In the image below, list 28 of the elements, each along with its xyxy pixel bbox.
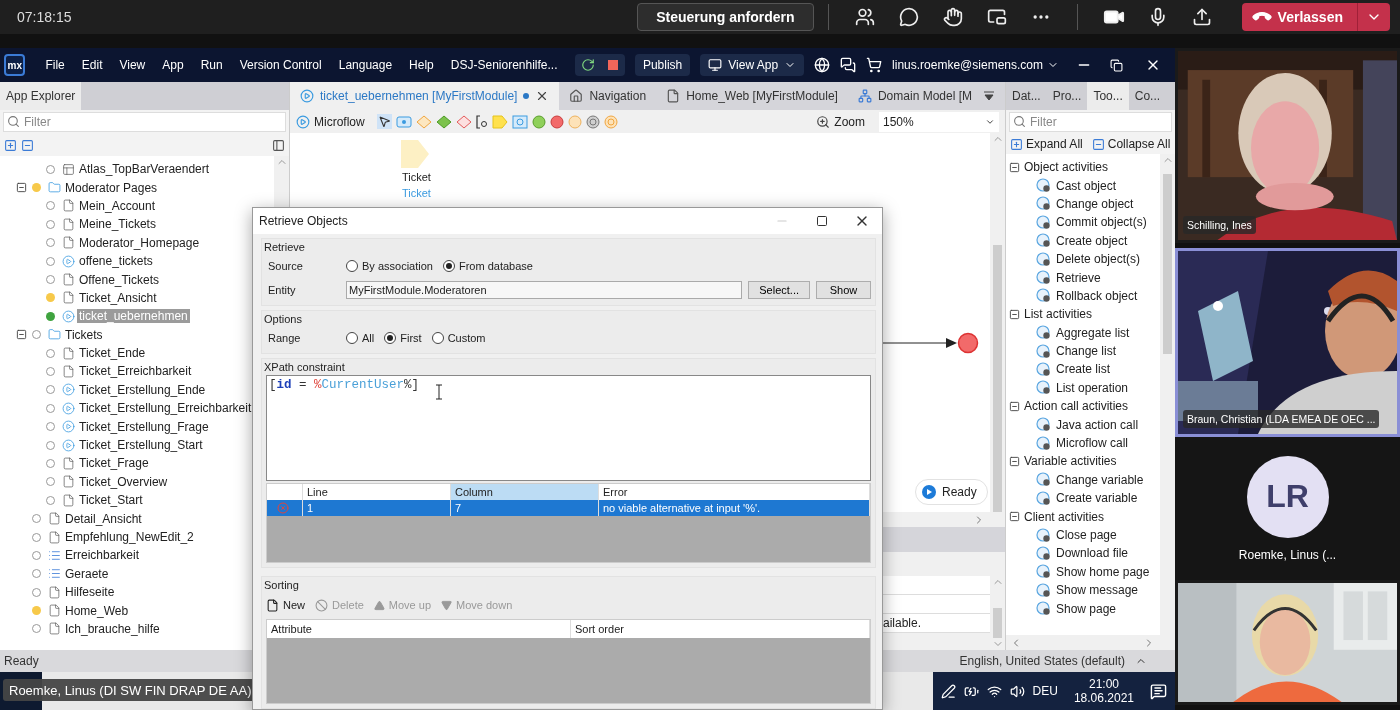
parameter-type: Ticket bbox=[402, 187, 431, 199]
parameter-name: Ticket bbox=[402, 171, 431, 183]
table-cell: no viable alternative at input '%'. bbox=[599, 500, 870, 516]
status-text: Ready bbox=[942, 485, 977, 499]
group-label: Object activities bbox=[1024, 160, 1109, 175]
field-label: Range bbox=[267, 332, 302, 344]
group-label: List activities bbox=[1024, 307, 1093, 322]
editor-type-label: Microflow bbox=[314, 114, 365, 129]
meeting-time: 07:18:15 bbox=[17, 9, 72, 25]
participant-name: Braun, Christian (LDA EMEA DE OEC ... bbox=[1183, 410, 1380, 428]
zoom-label: Zoom bbox=[834, 114, 865, 129]
participant-name: Roemke, Linus (... bbox=[1238, 547, 1337, 562]
section-title: Options bbox=[264, 313, 303, 325]
status-text: Ready bbox=[4, 654, 39, 668]
group-label: Variable activities bbox=[1024, 454, 1117, 469]
avatar: LR bbox=[1246, 455, 1329, 538]
field-label: Entity bbox=[267, 284, 297, 296]
table-cell: 7 bbox=[451, 500, 599, 516]
section-title: XPath constraint bbox=[264, 361, 346, 373]
participant-name: Schilling, Ines bbox=[1183, 216, 1256, 234]
dialog-title: Retrieve Objects bbox=[259, 214, 348, 228]
table-cell: 1 bbox=[303, 500, 451, 516]
app-logo: mx bbox=[4, 54, 26, 76]
group-label: Client activities bbox=[1024, 509, 1105, 524]
section-title: Sorting bbox=[264, 579, 300, 591]
section-title: Retrieve bbox=[264, 241, 306, 253]
field-label: Source bbox=[267, 260, 304, 272]
group-label: Action call activities bbox=[1024, 399, 1129, 414]
